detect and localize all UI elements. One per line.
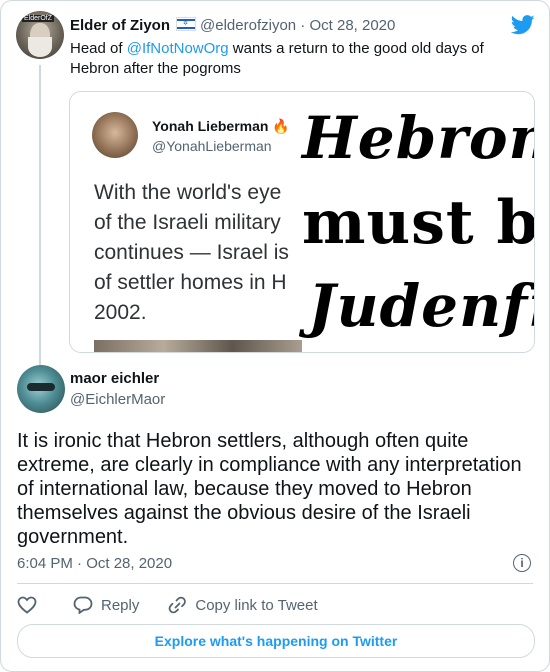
quoted-body: With the world's eye of the Israeli mili…: [94, 178, 302, 328]
quoted-image[interactable]: Yonah Lieberman 🔥 @YonahLieberman With t…: [69, 91, 535, 353]
parent-handle[interactable]: @elderofziyon: [200, 17, 296, 34]
reply-icon: [73, 596, 93, 614]
parent-separator: ·: [300, 17, 306, 34]
quoted-handle: @YonahLieberman: [152, 138, 272, 154]
heart-icon: [17, 596, 37, 614]
reply-button[interactable]: Reply: [73, 596, 139, 614]
overlay-line: must be: [302, 188, 534, 258]
avatar-beard: [28, 37, 52, 57]
israel-flag-icon: ✡: [176, 17, 197, 31]
quoted-author-name: Yonah Lieberman 🔥: [152, 118, 290, 135]
screenshot-panel: Yonah Lieberman 🔥 @YonahLieberman With t…: [70, 92, 302, 352]
parent-text-prefix: Head of: [70, 40, 127, 57]
copy-link-label: Copy link to Tweet: [195, 596, 318, 614]
quoted-author-text: Yonah Lieberman: [152, 118, 269, 134]
thread-line: [39, 65, 41, 365]
twitter-bird-icon[interactable]: [511, 15, 535, 35]
reply-timestamp[interactable]: 6:04 PM · Oct 28, 2020: [17, 555, 172, 572]
copy-link-button[interactable]: Copy link to Tweet: [167, 596, 318, 614]
parent-author-name[interactable]: Elder of Ziyon: [70, 17, 170, 34]
avatar-sunglasses: [27, 383, 55, 391]
reply-avatar[interactable]: [17, 365, 65, 413]
parent-date[interactable]: Oct 28, 2020: [309, 17, 395, 34]
reply-author-name[interactable]: maor eichler: [70, 370, 159, 387]
like-button[interactable]: [17, 596, 45, 614]
fire-icon: 🔥: [272, 118, 290, 134]
mention-link[interactable]: @IfNotNowOrg: [127, 40, 229, 57]
parent-avatar[interactable]: ElderOfZ: [16, 11, 64, 59]
action-bar: Reply Copy link to Tweet: [17, 593, 346, 617]
photo-strip: [94, 340, 302, 352]
quoted-line: continues — Israel is: [94, 241, 289, 264]
reply-tweet-text: It is ironic that Hebron settlers, altho…: [17, 430, 522, 548]
parent-tweet-text: Head of @IfNotNowOrg wants a return to t…: [70, 39, 530, 79]
overlay-line: Judenfre: [308, 272, 534, 340]
quoted-line: With the world's eye: [94, 181, 282, 204]
link-icon: [168, 596, 187, 614]
parent-header: Elder of Ziyon ✡ @elderofziyon · Oct 28, 2…: [70, 17, 395, 34]
divider: [17, 583, 533, 584]
reply-handle[interactable]: @EichlerMaor: [70, 391, 165, 408]
explore-twitter-button[interactable]: Explore what's happening on Twitter: [17, 624, 535, 658]
quoted-line: 2002.: [94, 301, 147, 324]
info-icon[interactable]: i: [513, 554, 531, 572]
tweet-embed-card: ElderOfZ Elder of Ziyon ✡ @elderofziyon · …: [0, 0, 550, 672]
avatar-label: ElderOfZ: [22, 15, 55, 22]
reply-label: Reply: [101, 596, 140, 614]
quoted-avatar: [92, 112, 138, 158]
overlay-line: Hebron: [302, 104, 535, 172]
overlay-panel: Hebron must be Judenfre: [302, 92, 534, 352]
quoted-line: of the Israeli military: [94, 211, 281, 234]
quoted-line: of settler homes in H: [94, 271, 287, 294]
